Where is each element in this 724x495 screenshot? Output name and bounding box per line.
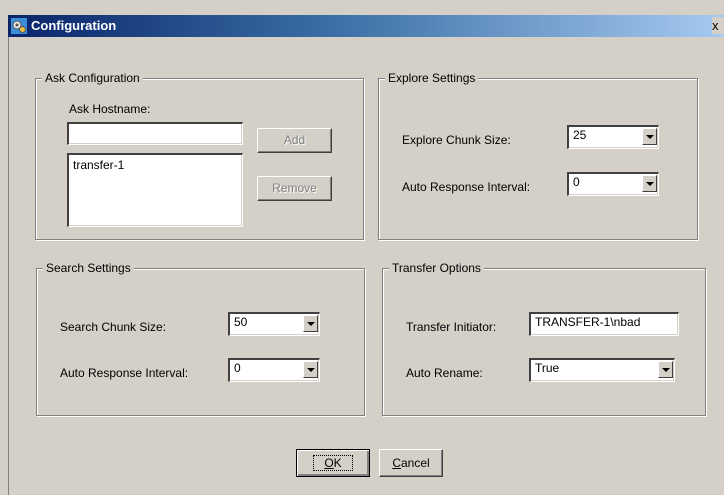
search-settings-legend: Search Settings — [43, 261, 134, 275]
search-chunk-size-label: Search Chunk Size: — [60, 320, 167, 334]
search-auto-response-interval-select[interactable]: 0 — [228, 358, 320, 382]
explore-settings-group: Explore Settings Explore Chunk Size: 25 … — [378, 71, 698, 240]
explore-auto-response-interval-label: Auto Response Interval: — [402, 180, 531, 194]
title-bar[interactable]: Configuration x — [8, 15, 724, 37]
transfer-initiator-label: Transfer Initiator: — [406, 320, 497, 334]
remove-button[interactable]: Remove — [257, 176, 332, 201]
chevron-down-icon[interactable] — [642, 128, 657, 145]
dialog-body: Ask Configuration Ask Hostname: transfer… — [8, 37, 724, 495]
auto-rename-select[interactable]: True — [529, 358, 675, 382]
list-item[interactable]: transfer-1 — [73, 158, 238, 172]
cancel-button[interactable]: Cancel — [379, 449, 443, 477]
cancel-button-label: Cancel — [392, 456, 430, 470]
transfer-options-legend: Transfer Options — [389, 261, 484, 275]
ok-button-label: OK — [313, 455, 353, 471]
chevron-down-icon[interactable] — [658, 361, 673, 378]
chevron-down-icon[interactable] — [303, 361, 318, 378]
search-chunk-size-select[interactable]: 50 — [228, 312, 320, 336]
ask-hostname-input[interactable] — [67, 122, 243, 145]
window-title: Configuration — [31, 18, 117, 33]
app-gear-icon — [11, 18, 27, 34]
ok-button[interactable]: OK — [296, 449, 370, 477]
ask-hostname-label: Ask Hostname: — [69, 102, 151, 116]
chevron-down-icon[interactable] — [642, 175, 657, 192]
explore-settings-legend: Explore Settings — [385, 71, 479, 85]
search-auto-response-interval-label: Auto Response Interval: — [60, 366, 189, 380]
explore-auto-response-interval-select[interactable]: 0 — [567, 172, 659, 196]
transfer-initiator-input[interactable]: TRANSFER-1\nbad — [529, 312, 679, 336]
auto-rename-label: Auto Rename: — [406, 366, 483, 380]
ask-hosts-list[interactable]: transfer-1 — [67, 153, 243, 227]
explore-chunk-size-label: Explore Chunk Size: — [402, 133, 511, 147]
ask-configuration-group: Ask Configuration Ask Hostname: transfer… — [35, 71, 364, 240]
chevron-down-icon[interactable] — [303, 315, 318, 332]
close-icon[interactable]: x — [712, 17, 724, 34]
transfer-options-group: Transfer Options Transfer Initiator: TRA… — [382, 261, 706, 416]
search-settings-group: Search Settings Search Chunk Size: 50 Au… — [36, 261, 365, 416]
add-button[interactable]: Add — [257, 128, 332, 153]
ask-configuration-legend: Ask Configuration — [42, 71, 143, 85]
explore-chunk-size-select[interactable]: 25 — [567, 125, 659, 149]
